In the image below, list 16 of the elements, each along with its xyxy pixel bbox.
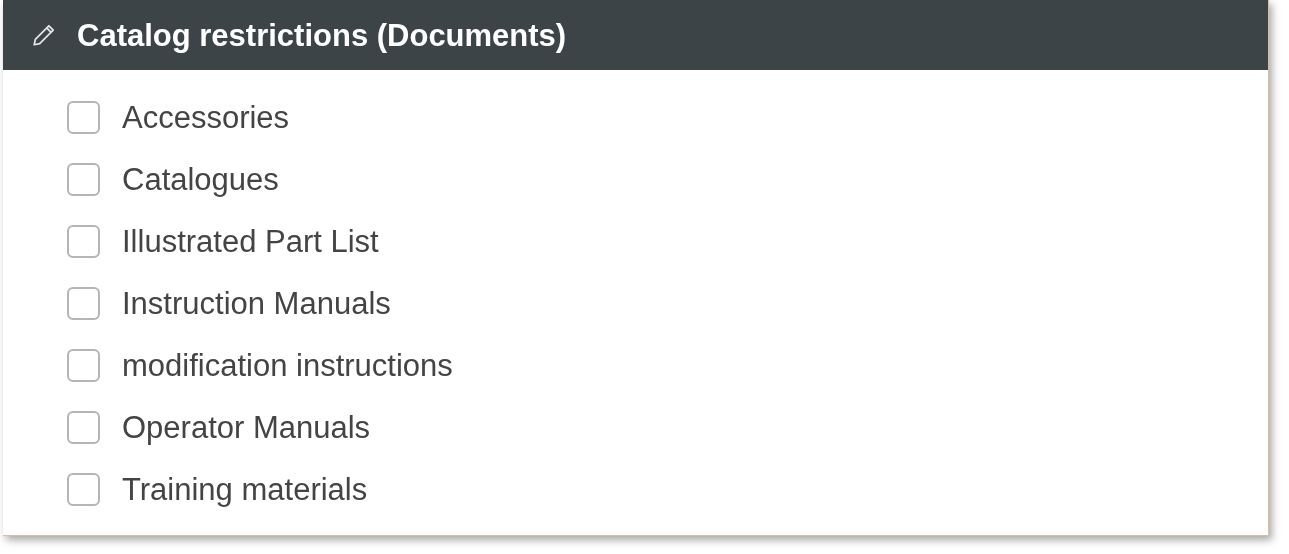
checkbox-label: Operator Manuals [122,411,371,443]
panel-title: Catalog restrictions (Documents) [77,19,567,51]
checkbox-label: Illustrated Part List [122,225,379,257]
checkbox[interactable] [67,348,100,382]
checkbox[interactable] [67,224,100,258]
checkbox[interactable] [67,162,100,196]
checkbox-label: Training materials [122,473,368,505]
checkbox-label: Accessories [122,101,290,133]
checkbox-label: Catalogues [122,163,279,195]
checkbox-label: Instruction Manuals [122,287,391,319]
checkbox[interactable] [67,100,100,134]
checkbox[interactable] [67,472,100,506]
checkbox[interactable] [67,286,100,320]
checkbox[interactable] [67,410,100,444]
pencil-icon [31,22,57,48]
checkbox-label: modification instructions [122,349,453,381]
